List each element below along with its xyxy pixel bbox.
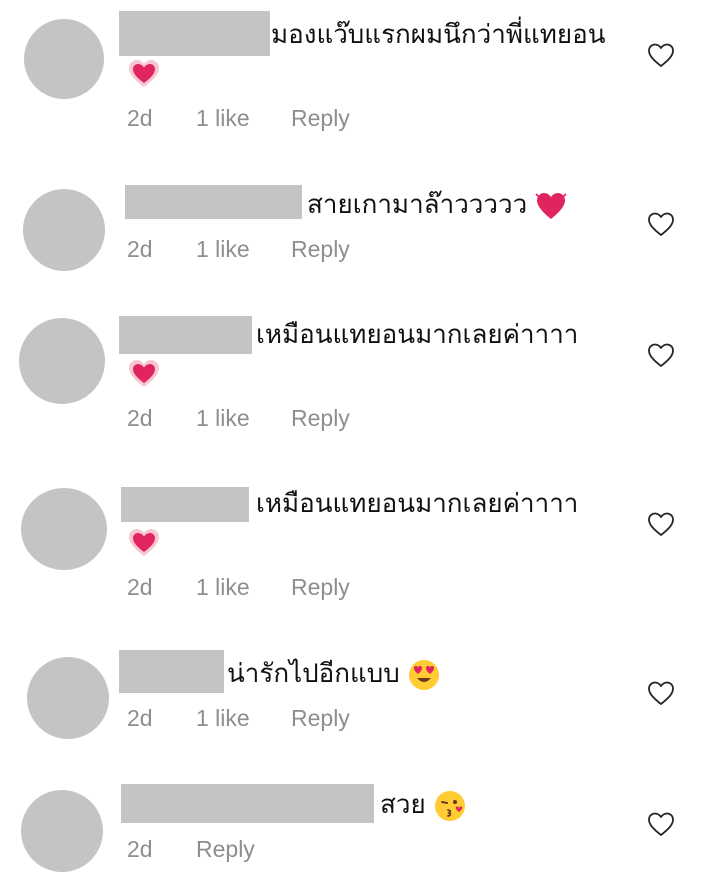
comment-text: สวย xyxy=(380,788,466,822)
avatar[interactable] xyxy=(21,790,103,872)
comment-item: สวย 2d Reply xyxy=(0,0,717,881)
heart-outline-icon[interactable] xyxy=(647,811,675,837)
reply-button[interactable]: Reply xyxy=(196,836,255,863)
username-redacted[interactable] xyxy=(121,784,374,823)
kissing-face-emoji xyxy=(434,790,465,821)
comment-time: 2d xyxy=(127,836,153,862)
